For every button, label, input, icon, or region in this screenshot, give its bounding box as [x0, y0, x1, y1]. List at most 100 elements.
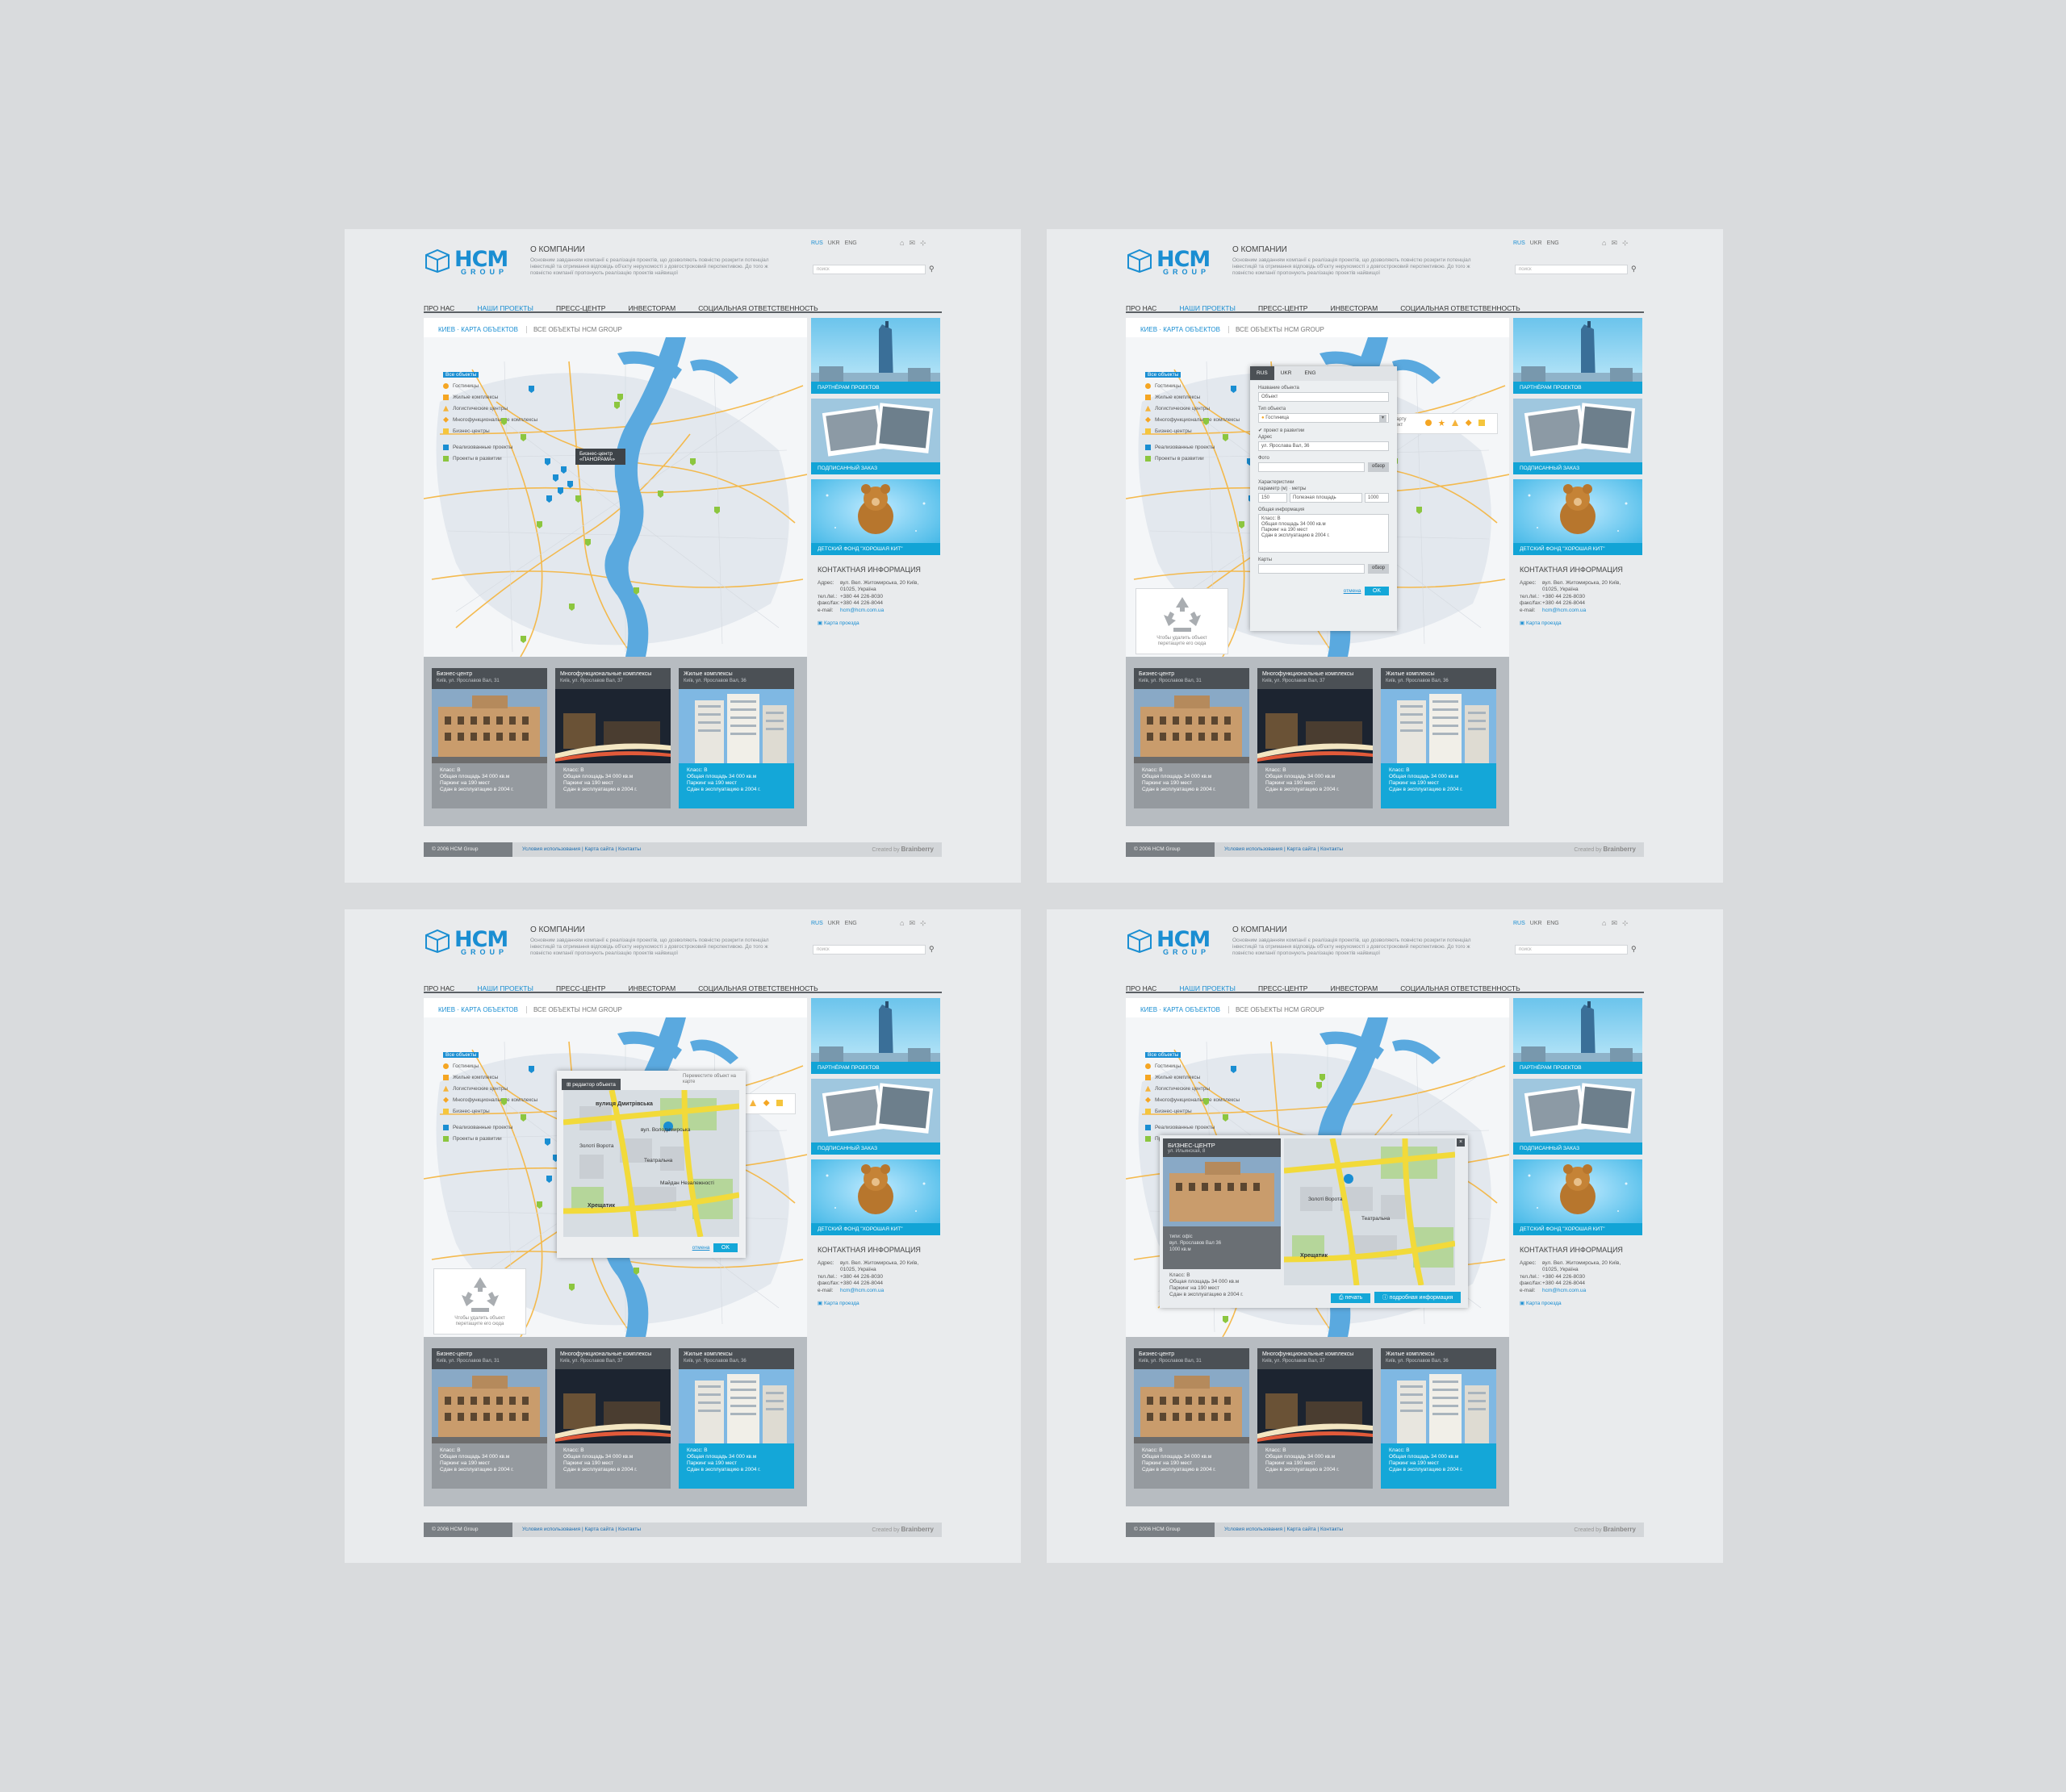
legend-residential[interactable]: Жилые комплексы: [443, 1072, 537, 1084]
banner-order[interactable]: ПОДПИСАННЫЙ ЗАКАЗ: [811, 1079, 940, 1155]
legend-multifunctional[interactable]: Многофункциональные комплексы: [1145, 1095, 1240, 1106]
street-map[interactable]: вулиця Дмитрівська Золоті Ворота Театрал…: [563, 1090, 739, 1237]
legend-multifunctional[interactable]: Многофункциональные комплексы: [443, 1095, 537, 1106]
created-by[interactable]: Created by Brainberry: [872, 1526, 934, 1533]
footer-links[interactable]: Условия использования | Карта сайта | Ко…: [522, 846, 641, 852]
nav-press[interactable]: ПРЕСС-ЦЕНТР: [1258, 304, 1308, 312]
banner-partners[interactable]: ПАРТНЁРАМ ПРОЕКТОВ: [811, 318, 940, 394]
lang-ukr[interactable]: UKR: [828, 921, 840, 926]
lang-rus[interactable]: RUS: [1513, 240, 1525, 246]
legend-in-progress[interactable]: Проекты в развитии: [443, 1134, 537, 1145]
lang-rus[interactable]: RUS: [1513, 921, 1525, 926]
video-browse-button[interactable]: обзор: [1368, 564, 1389, 574]
created-by[interactable]: Created by Brainberry: [1574, 846, 1636, 853]
drag-logistics-icon[interactable]: [1452, 420, 1459, 426]
editor-tab-ukr[interactable]: UKR: [1274, 370, 1299, 376]
in-progress-checkbox[interactable]: ✔ проект в развитии: [1258, 428, 1389, 433]
email-link[interactable]: hcm@hcm.com.ua: [840, 608, 884, 615]
banner-fund[interactable]: ДЕТСКИЙ ФОНД "ХОРОШАЯ КИТ": [811, 479, 940, 555]
city-map[interactable]: Все объекты Гостиницы Жилые комплексы Ло…: [424, 337, 807, 657]
card-business-center[interactable]: Бизнес-центр Київ, ул. Ярославов Вал, 31 …: [1134, 1348, 1249, 1489]
about-title[interactable]: О КОМПАНИИ: [530, 925, 772, 934]
drag-multi-icon[interactable]: [1465, 420, 1472, 426]
card-residential[interactable]: Жилые комплексы Київ, ул. Ярославов Вал, …: [1381, 668, 1496, 808]
directions-map-link[interactable]: ▣ Карта проезда: [818, 1301, 940, 1308]
logo[interactable]: HCM GROUP: [1126, 925, 1215, 958]
card-residential[interactable]: Жилые комплексы Київ, ул. Ярославов Вал, …: [679, 668, 794, 808]
legend-logistics[interactable]: Логистические центры: [1145, 403, 1240, 415]
lang-rus[interactable]: RUS: [811, 921, 823, 926]
legend-residential[interactable]: Жилые комплексы: [443, 392, 537, 403]
legend-multifunctional[interactable]: Многофункциональные комплексы: [443, 415, 537, 426]
card-business-center[interactable]: Бизнес-центр Київ, ул. Ярославов Вал, 31 …: [432, 668, 547, 808]
mail-icon[interactable]: ✉: [909, 919, 915, 927]
print-button[interactable]: ⎙ печать: [1331, 1293, 1371, 1303]
about-title[interactable]: О КОМПАНИИ: [530, 245, 772, 254]
browse-button[interactable]: обзор: [1368, 462, 1389, 472]
mail-icon[interactable]: ✉: [1611, 239, 1617, 247]
card-residential[interactable]: Жилые комплексы Київ, ул. Ярославов Вал, …: [1381, 1348, 1496, 1489]
banner-partners[interactable]: ПАРТНЁРАМ ПРОЕКТОВ: [1513, 318, 1642, 394]
drag-star-icon[interactable]: [1438, 420, 1445, 426]
mail-icon[interactable]: ✉: [1611, 919, 1617, 927]
lang-eng[interactable]: ENG: [845, 921, 857, 926]
name-field[interactable]: Объект: [1258, 392, 1389, 402]
card-multifunctional[interactable]: Многофункциональные комплексы Київ, ул. Я…: [555, 668, 671, 808]
legend-completed[interactable]: Реализованные проекты: [443, 442, 537, 453]
nav-press[interactable]: ПРЕСС-ЦЕНТР: [556, 984, 606, 992]
home-icon[interactable]: ⌂: [1602, 239, 1606, 247]
nav-about[interactable]: ПРО НАС: [424, 304, 454, 312]
legend-hotels[interactable]: Гостиницы: [443, 381, 537, 392]
nav-social[interactable]: СОЦИАЛЬНАЯ ОТВЕТСТВЕННОСТЬ: [1400, 304, 1520, 312]
directions-map-link[interactable]: ▣ Карта проезда: [818, 620, 940, 628]
card-multifunctional[interactable]: Многофункциональные комплексы Київ, ул. Я…: [555, 1348, 671, 1489]
lang-ukr[interactable]: UKR: [828, 240, 840, 246]
search-icon[interactable]: ⚲: [1631, 265, 1637, 274]
nav-projects[interactable]: НАШИ ПРОЕКТЫ: [477, 984, 533, 992]
banner-partners[interactable]: ПАРТНЁРАМ ПРОЕКТОВ: [811, 998, 940, 1074]
nav-press[interactable]: ПРЕСС-ЦЕНТР: [556, 304, 606, 312]
nav-social[interactable]: СОЦИАЛЬНАЯ ОТВЕТСТВЕННОСТЬ: [698, 304, 818, 312]
legend-completed[interactable]: Реализованные проекты: [1145, 442, 1240, 453]
drag-multi-icon[interactable]: [763, 1100, 770, 1106]
sitemap-icon[interactable]: ⊹: [1622, 239, 1629, 247]
editor-tab-eng[interactable]: ENG: [1298, 370, 1322, 376]
lang-eng[interactable]: ENG: [845, 240, 857, 246]
drag-business-icon[interactable]: [776, 1100, 784, 1106]
legend-residential[interactable]: Жилые комплексы: [1145, 392, 1240, 403]
editor-tab-rus[interactable]: RUS: [1250, 366, 1274, 380]
search-icon[interactable]: ⚲: [929, 265, 935, 274]
map-editor-ok-button[interactable]: OK: [713, 1243, 738, 1252]
card-business-center[interactable]: Бизнес-центр Київ, ул. Ярославов Вал, 31 …: [432, 1348, 547, 1489]
legend-completed[interactable]: Реализованные проекты: [1145, 1122, 1240, 1134]
nav-about[interactable]: ПРО НАС: [424, 984, 454, 992]
banner-order[interactable]: ПОДПИСАННЫЙ ЗАКАЗ: [1513, 399, 1642, 474]
footer-links[interactable]: Условия использования | Карта сайта | Ко…: [522, 1527, 641, 1532]
crumb-all-objects[interactable]: ВСЕ ОБЪЕКТЫ HCM GROUP: [1227, 1006, 1324, 1013]
home-icon[interactable]: ⌂: [900, 239, 904, 247]
map-editor-cancel-link[interactable]: отмена: [692, 1245, 710, 1251]
banner-order[interactable]: ПОДПИСАННЫЙ ЗАКАЗ: [1513, 1079, 1642, 1155]
legend-hotels[interactable]: Гостиницы: [443, 1061, 537, 1072]
lang-rus[interactable]: RUS: [811, 240, 823, 246]
more-info-button[interactable]: ⓘ подробная информация: [1374, 1292, 1462, 1303]
lang-eng[interactable]: ENG: [1547, 240, 1559, 246]
legend-all[interactable]: Все объекты: [443, 370, 537, 381]
lang-ukr[interactable]: UKR: [1530, 240, 1542, 246]
nav-investors[interactable]: ИНВЕСТОРАМ: [1330, 984, 1378, 992]
home-icon[interactable]: ⌂: [900, 919, 904, 927]
crumb-kiev-map[interactable]: КИЕВ · КАРТА ОБЪЕКТОВ: [1140, 1006, 1220, 1013]
detail-map[interactable]: Золоті Ворота Театральна Хрещатик: [1284, 1138, 1455, 1285]
sitemap-icon[interactable]: ⊹: [920, 239, 926, 247]
delete-dropzone[interactable]: Чтобы удалить объект перетащите его сюда: [433, 1268, 526, 1335]
email-link[interactable]: hcm@hcm.com.ua: [840, 1288, 884, 1295]
banner-partners[interactable]: ПАРТНЁРАМ ПРОЕКТОВ: [1513, 998, 1642, 1074]
banner-fund[interactable]: ДЕТСКИЙ ФОНД "ХОРОШАЯ КИТ": [1513, 1159, 1642, 1235]
crumb-kiev-map[interactable]: КИЕВ · КАРТА ОБЪЕКТОВ: [438, 1006, 518, 1013]
sitemap-icon[interactable]: ⊹: [920, 919, 926, 927]
email-link[interactable]: hcm@hcm.com.ua: [1542, 608, 1586, 615]
search-icon[interactable]: ⚲: [929, 945, 935, 954]
legend-hotels[interactable]: Гостиницы: [1145, 1061, 1240, 1072]
home-icon[interactable]: ⌂: [1602, 919, 1606, 927]
nav-investors[interactable]: ИНВЕСТОРАМ: [628, 304, 675, 312]
